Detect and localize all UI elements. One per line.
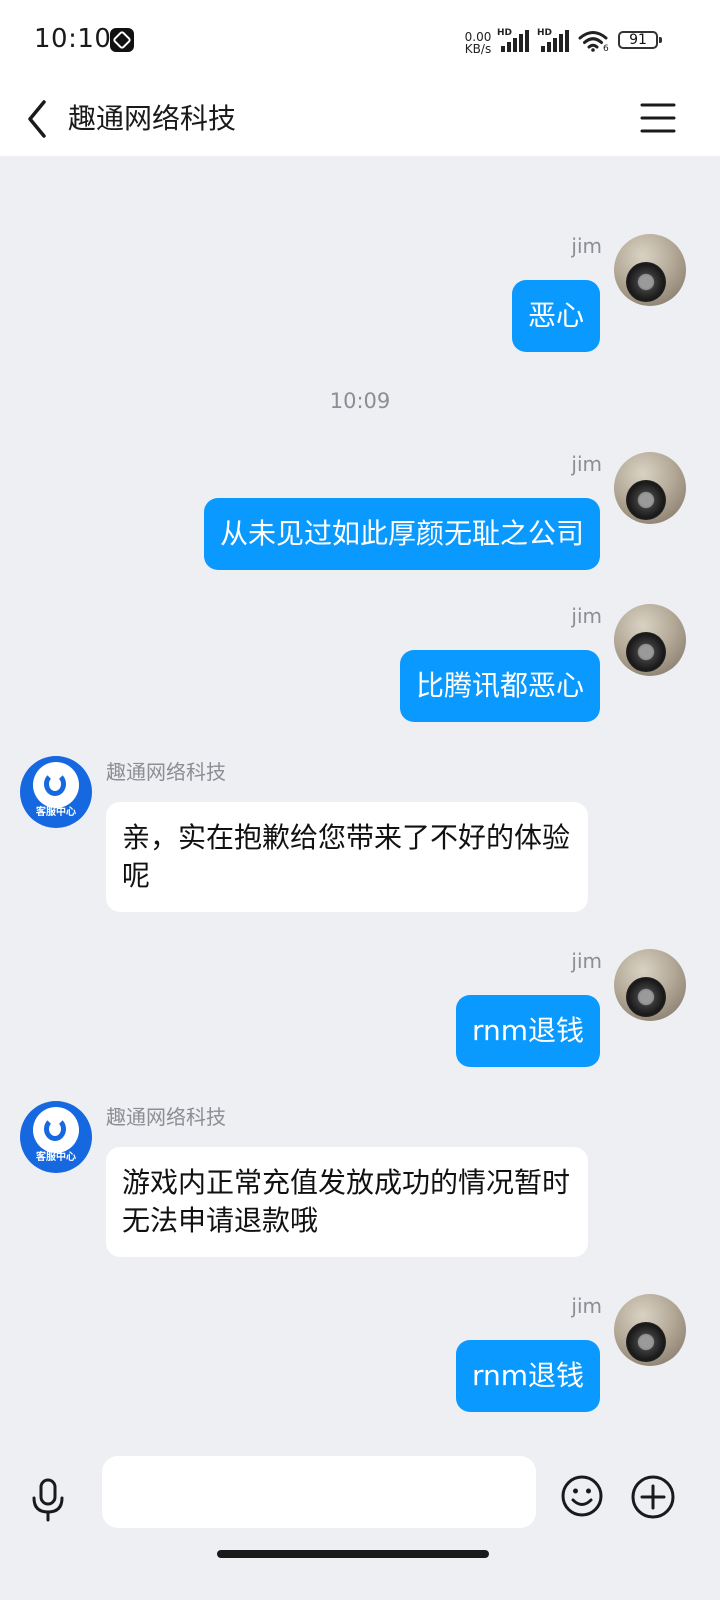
network-speed-unit: KB/s bbox=[464, 42, 492, 56]
user-avatar[interactable] bbox=[614, 949, 686, 1021]
service-logo-icon bbox=[33, 762, 79, 808]
sender-name: jim bbox=[571, 452, 602, 476]
microphone-icon bbox=[32, 1478, 64, 1522]
plus-circle-icon bbox=[631, 1475, 675, 1519]
battery-level: 91 bbox=[629, 32, 647, 48]
avatar-caption: 客服中心 bbox=[36, 1152, 76, 1163]
sender-name: jim bbox=[571, 604, 602, 628]
more-actions-button[interactable] bbox=[630, 1474, 676, 1520]
avatar-caption: 客服中心 bbox=[36, 807, 76, 818]
sender-name: 趣通网络科技 bbox=[106, 1105, 226, 1129]
message-bubble[interactable]: 比腾讯都恶心 bbox=[399, 650, 600, 722]
emoji-button[interactable] bbox=[560, 1474, 604, 1518]
smiley-icon bbox=[561, 1475, 603, 1517]
user-avatar[interactable] bbox=[614, 1294, 686, 1366]
nav-bar: 趣通网络科技 bbox=[0, 84, 720, 156]
signal-sim1-icon: HD bbox=[497, 28, 533, 52]
sender-name: jim bbox=[571, 234, 602, 258]
message-bubble[interactable]: rnm退钱 bbox=[455, 1340, 600, 1412]
chevron-left-icon bbox=[28, 100, 46, 138]
user-avatar[interactable] bbox=[614, 234, 686, 306]
input-bar bbox=[0, 1446, 720, 1600]
message-bubble[interactable]: 从未见过如此厚颜无耻之公司 bbox=[203, 498, 600, 570]
message-input[interactable] bbox=[102, 1456, 536, 1528]
back-button[interactable] bbox=[18, 92, 62, 146]
network-speed: 0.00 KB/s bbox=[462, 31, 494, 55]
service-avatar[interactable]: 客服中心 bbox=[20, 756, 92, 828]
home-indicator[interactable] bbox=[217, 1550, 489, 1558]
user-avatar[interactable] bbox=[614, 604, 686, 676]
message-bubble[interactable]: 恶心 bbox=[511, 280, 600, 352]
service-avatar[interactable]: 客服中心 bbox=[20, 1101, 92, 1173]
sender-name: jim bbox=[571, 1294, 602, 1318]
hamburger-menu-icon bbox=[640, 103, 676, 133]
user-avatar[interactable] bbox=[614, 452, 686, 524]
message-bubble[interactable]: 亲，实在抱歉给您带来了不好的体验呢 bbox=[106, 802, 588, 912]
service-logo-icon bbox=[33, 1107, 79, 1153]
chat-message-list[interactable]: jim 恶心 10:09 jim 从未见过如此厚颜无耻之公司 jim 比腾讯都恶… bbox=[0, 156, 720, 1446]
message-bubble[interactable]: 游戏内正常充值发放成功的情况暂时无法申请退款哦 bbox=[106, 1147, 588, 1257]
app-notification-icon bbox=[110, 28, 134, 52]
message-bubble[interactable]: rnm退钱 bbox=[455, 995, 600, 1067]
status-bar: 10:10 0.00 KB/s HD HD 6 91 bbox=[0, 0, 720, 84]
voice-input-button[interactable] bbox=[26, 1476, 70, 1524]
page-title: 趣通网络科技 bbox=[68, 102, 237, 135]
signal-sim2-icon: HD bbox=[537, 28, 573, 52]
sender-name: jim bbox=[571, 949, 602, 973]
chat-timestamp: 10:09 bbox=[329, 389, 391, 413]
menu-button[interactable] bbox=[636, 96, 680, 142]
battery-icon: 91 bbox=[618, 31, 662, 49]
wifi-standard-label: 6 bbox=[603, 44, 609, 54]
status-time: 10:10 bbox=[34, 24, 112, 54]
sender-name: 趣通网络科技 bbox=[106, 760, 226, 784]
